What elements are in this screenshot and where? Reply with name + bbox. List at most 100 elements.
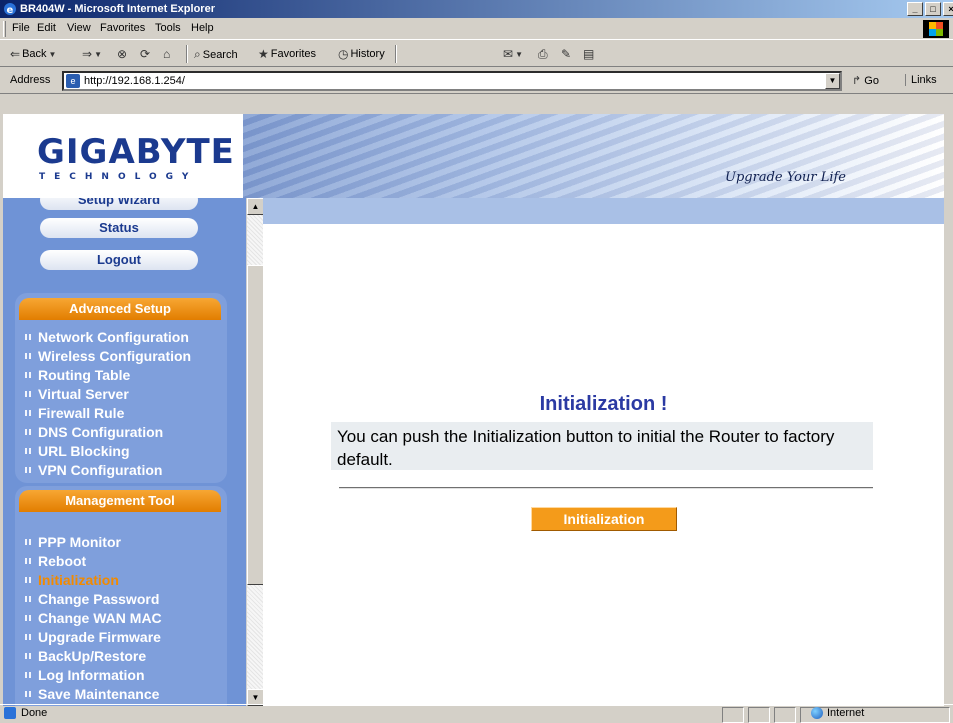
home-button[interactable]: ⌂: [163, 47, 170, 61]
bullet-icon: [25, 410, 31, 416]
bullet-icon: [25, 467, 31, 473]
sidebar-item-label: Change Password: [38, 591, 160, 607]
edit-icon: ✎: [561, 47, 572, 61]
sidebar-item-label: VPN Configuration: [38, 462, 163, 478]
history-button[interactable]: ◷ History: [338, 47, 385, 61]
status-cell: [722, 707, 744, 723]
bullet-icon: [25, 596, 31, 602]
menu-tools[interactable]: Tools: [155, 22, 181, 34]
initialization-button[interactable]: Initialization: [531, 507, 677, 531]
status-left: Done: [4, 707, 47, 719]
sidebar-item-upgrade-firmware[interactable]: Upgrade Firmware: [25, 628, 161, 647]
globe-icon: [811, 707, 823, 719]
sidebar-item-reboot[interactable]: Reboot: [25, 552, 86, 571]
sidebar-item-network-configuration[interactable]: Network Configuration: [25, 328, 189, 347]
sidebar-item-label: DNS Configuration: [38, 424, 164, 440]
sidebar-item-label: Virtual Server: [38, 386, 129, 402]
address-bar: Address e http://192.168.1.254/ ▼ ↱ Go L…: [0, 68, 953, 94]
search-icon: ⌕: [194, 47, 201, 61]
bullet-icon: [25, 691, 31, 697]
initialization-message: You can push the Initialization button t…: [331, 422, 873, 470]
chevron-down-icon: ▼: [48, 49, 57, 59]
close-button[interactable]: ×: [943, 2, 953, 16]
sidebar-item-initialization[interactable]: Initialization: [25, 571, 119, 590]
history-icon: ◷: [338, 47, 349, 61]
status-button[interactable]: Status: [40, 218, 198, 238]
minimize-button[interactable]: _: [907, 2, 923, 16]
address-dropdown-button[interactable]: ▼: [825, 73, 840, 89]
banner-tagline: Upgrade Your Life: [725, 170, 847, 185]
maximize-button[interactable]: □: [925, 2, 941, 16]
address-input[interactable]: e http://192.168.1.254/: [62, 71, 842, 91]
sidebar-item-ppp-monitor[interactable]: PPP Monitor: [25, 533, 121, 552]
page-done-icon: [4, 707, 16, 719]
search-label: Search: [202, 48, 238, 61]
sidebar-scrollbar[interactable]: ▲ ▼: [246, 198, 264, 706]
search-button[interactable]: ⌕ Search: [194, 47, 238, 62]
sidebar-item-label: Reboot: [38, 553, 87, 569]
status-cell: [774, 707, 796, 723]
standard-toolbar: ⇐ Back ▼ ⇒ ▼ ⊗ ⟳ ⌂ ⌕ Search ★ Favorites …: [0, 41, 953, 67]
go-button[interactable]: ↱ Go: [852, 74, 879, 87]
sidebar-item-label: Firewall Rule: [38, 405, 125, 421]
discuss-button[interactable]: ▤: [583, 47, 594, 61]
sidebar-item-wireless-configuration[interactable]: Wireless Configuration: [25, 347, 191, 366]
back-button[interactable]: ⇐ Back ▼: [10, 47, 56, 61]
svg-text:e: e: [7, 5, 14, 16]
refresh-icon: ⟳: [140, 47, 151, 61]
sidebar-item-label: Network Configuration: [38, 329, 189, 345]
sidebar: Setup Wizard Status Logout Advanced Setu…: [3, 198, 246, 706]
sidebar-item-log-information[interactable]: Log Information: [25, 666, 145, 685]
gigabyte-logo: GIGABYTE TECHNOLOGY: [37, 134, 235, 182]
setup-wizard-button[interactable]: Setup Wizard: [40, 198, 198, 210]
logout-button[interactable]: Logout: [40, 250, 198, 270]
page-content: GIGABYTE TECHNOLOGY Upgrade Your Life Se…: [3, 114, 944, 706]
sidebar-item-change-wan-mac[interactable]: Change WAN MAC: [25, 609, 162, 628]
sidebar-item-routing-table[interactable]: Routing Table: [25, 366, 130, 385]
sidebar-item-label: Wireless Configuration: [38, 348, 192, 364]
chevron-down-icon: ▼: [515, 49, 523, 59]
bullet-icon: [25, 372, 31, 378]
sidebar-item-virtual-server[interactable]: Virtual Server: [25, 385, 129, 404]
status-bar: Done Internet: [0, 704, 953, 723]
logo-subtext: TECHNOLOGY: [39, 172, 198, 182]
scroll-up-button[interactable]: ▲: [247, 198, 264, 215]
links-button[interactable]: Links: [905, 74, 937, 86]
back-arrow-icon: ⇐: [10, 47, 21, 61]
sidebar-item-label: Upgrade Firmware: [38, 629, 161, 645]
sidebar-item-vpn-configuration[interactable]: VPN Configuration: [25, 461, 162, 480]
menu-favorites[interactable]: Favorites: [100, 22, 145, 34]
sidebar-item-change-password[interactable]: Change Password: [25, 590, 159, 609]
bullet-icon: [25, 653, 31, 659]
management-tool-header: Management Tool: [19, 490, 221, 512]
favorites-button[interactable]: ★ Favorites: [258, 47, 316, 61]
sidebar-item-firewall-rule[interactable]: Firewall Rule: [25, 404, 124, 423]
stop-icon: ⊗: [117, 47, 128, 61]
window-titlebar: e BR404W - Microsoft Internet Explorer _…: [0, 0, 953, 18]
forward-button[interactable]: ⇒ ▼: [82, 47, 102, 61]
print-button[interactable]: ⎙: [538, 47, 548, 62]
address-label: Address: [10, 74, 51, 86]
document-icon: ▤: [583, 47, 595, 61]
stop-button[interactable]: ⊗: [117, 47, 127, 61]
menu-view[interactable]: View: [67, 22, 91, 34]
scroll-thumb[interactable]: [247, 265, 264, 585]
window-title: BR404W - Microsoft Internet Explorer: [20, 3, 215, 15]
menu-help[interactable]: Help: [191, 22, 214, 34]
menu-file[interactable]: File: [12, 22, 30, 34]
sidebar-item-dns-configuration[interactable]: DNS Configuration: [25, 423, 163, 442]
edit-button[interactable]: ✎: [561, 47, 571, 61]
refresh-button[interactable]: ⟳: [140, 47, 150, 61]
home-icon: ⌂: [163, 47, 171, 61]
menu-edit[interactable]: Edit: [37, 22, 56, 34]
bullet-icon: [25, 391, 31, 397]
advanced-setup-header: Advanced Setup: [19, 298, 221, 320]
sidebar-item-save-maintenance[interactable]: Save Maintenance: [25, 685, 159, 704]
toolbar-separator: [186, 45, 188, 63]
sidebar-item-url-blocking[interactable]: URL Blocking: [25, 442, 130, 461]
bullet-icon: [25, 615, 31, 621]
sidebar-item-backup-restore[interactable]: BackUp/Restore: [25, 647, 146, 666]
sidebar-item-label: PPP Monitor: [38, 534, 121, 550]
ie-logo-icon: e: [3, 2, 17, 16]
mail-button[interactable]: ✉ ▼: [503, 47, 523, 61]
